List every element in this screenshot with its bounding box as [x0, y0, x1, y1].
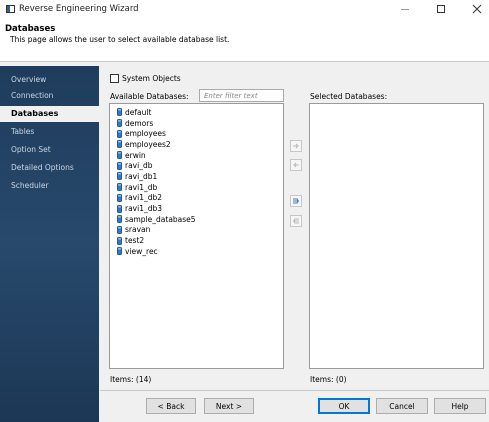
database-icon: [117, 151, 122, 160]
window-title: Reverse Engineering Wizard: [19, 4, 139, 14]
database-icon: [117, 161, 122, 170]
next-button[interactable]: Next >: [204, 398, 254, 414]
database-icon: [117, 140, 122, 149]
move-all-right-button[interactable]: [290, 195, 302, 207]
database-icon: [117, 215, 122, 224]
available-count: Items: (14): [110, 375, 152, 384]
database-icon: [117, 108, 122, 117]
database-name: ravi_db: [125, 161, 153, 171]
ok-button[interactable]: OK: [318, 398, 370, 414]
database-icon: [117, 225, 122, 234]
minimize-icon: [401, 8, 409, 10]
move-left-button[interactable]: [290, 159, 302, 171]
database-name: ravi1_db: [125, 182, 158, 192]
sidebar-item-overview[interactable]: Overview: [0, 72, 99, 88]
maximize-icon: [437, 5, 445, 13]
database-name: demors: [125, 118, 154, 128]
database-name: sample_database5: [125, 214, 196, 224]
list-item[interactable]: ravi_db1: [110, 171, 283, 182]
database-name: test2: [125, 236, 145, 246]
wizard-sidebar: Overview Connection Databases Tables Opt…: [0, 66, 99, 422]
selected-databases-label: Selected Databases:: [310, 92, 388, 101]
list-item[interactable]: erwin: [110, 150, 283, 161]
list-item[interactable]: ravi_db: [110, 160, 283, 171]
available-databases-label: Available Databases:: [110, 92, 189, 101]
database-icon: [117, 204, 122, 213]
page-header: Databases This page allows the user to s…: [0, 18, 489, 62]
maximize-button[interactable]: [426, 1, 456, 17]
database-name: sravan: [125, 225, 151, 235]
title-bar: Reverse Engineering Wizard: [0, 0, 489, 18]
list-item[interactable]: employees: [110, 128, 283, 139]
help-button[interactable]: Help: [434, 398, 486, 414]
list-item[interactable]: ravi1_db2: [110, 193, 283, 204]
sidebar-item-connection[interactable]: Connection: [0, 88, 99, 104]
list-item[interactable]: sravan: [110, 225, 283, 236]
move-all-left-button[interactable]: [290, 215, 302, 227]
selected-count: Items: (0): [310, 375, 347, 384]
cancel-button[interactable]: Cancel: [376, 398, 428, 414]
database-icon: [117, 193, 122, 202]
database-name: ravi1_db3: [125, 204, 163, 214]
database-name: ravi_db1: [125, 171, 158, 181]
database-name: ravi1_db2: [125, 193, 163, 203]
system-objects-label: System Objects: [122, 74, 181, 83]
footer-divider: [100, 390, 489, 391]
sidebar-item-databases[interactable]: Databases: [0, 106, 99, 122]
page-title: Databases: [5, 24, 56, 34]
minimize-button[interactable]: [390, 1, 420, 17]
database-name: employees: [125, 129, 166, 139]
sidebar-item-scheduler[interactable]: Scheduler: [0, 178, 99, 194]
database-icon: [117, 183, 122, 192]
database-name: erwin: [125, 150, 146, 160]
list-item[interactable]: test2: [110, 235, 283, 246]
database-icon: [117, 129, 122, 138]
database-icon: [117, 172, 122, 181]
list-item[interactable]: demors: [110, 118, 283, 129]
database-name: employees2: [125, 139, 171, 149]
filter-input[interactable]: [199, 89, 284, 102]
arrow-left-icon: [293, 162, 299, 168]
list-item[interactable]: ravi1_db: [110, 182, 283, 193]
sidebar-item-option-set[interactable]: Option Set: [0, 142, 99, 158]
page-description: This page allows the user to select avai…: [10, 35, 230, 44]
back-button[interactable]: < Back: [146, 398, 196, 414]
list-item[interactable]: sample_database5: [110, 214, 283, 225]
database-icon: [117, 247, 122, 256]
system-objects-checkbox[interactable]: [110, 74, 119, 83]
database-icon: [117, 236, 122, 245]
selected-databases-list[interactable]: [309, 103, 484, 369]
move-all-left-icon: [293, 218, 299, 224]
database-name: view_rec: [125, 246, 158, 256]
move-right-button[interactable]: [290, 140, 302, 152]
list-item[interactable]: default: [110, 107, 283, 118]
sidebar-item-tables[interactable]: Tables: [0, 124, 99, 140]
system-objects-option[interactable]: System Objects: [110, 74, 181, 83]
close-icon: [472, 4, 482, 14]
list-item[interactable]: employees2: [110, 139, 283, 150]
sidebar-item-detailed-options[interactable]: Detailed Options: [0, 160, 99, 176]
available-databases-list[interactable]: default demors employees employees2 erwin rav…: [109, 103, 284, 369]
move-all-right-icon: [293, 198, 299, 204]
arrow-right-icon: [293, 143, 299, 149]
database-icon: [117, 119, 122, 128]
close-button[interactable]: [462, 1, 489, 17]
list-item[interactable]: view_rec: [110, 246, 283, 257]
database-name: default: [125, 107, 152, 117]
list-item[interactable]: ravi1_db3: [110, 203, 283, 214]
app-icon: [6, 5, 15, 13]
